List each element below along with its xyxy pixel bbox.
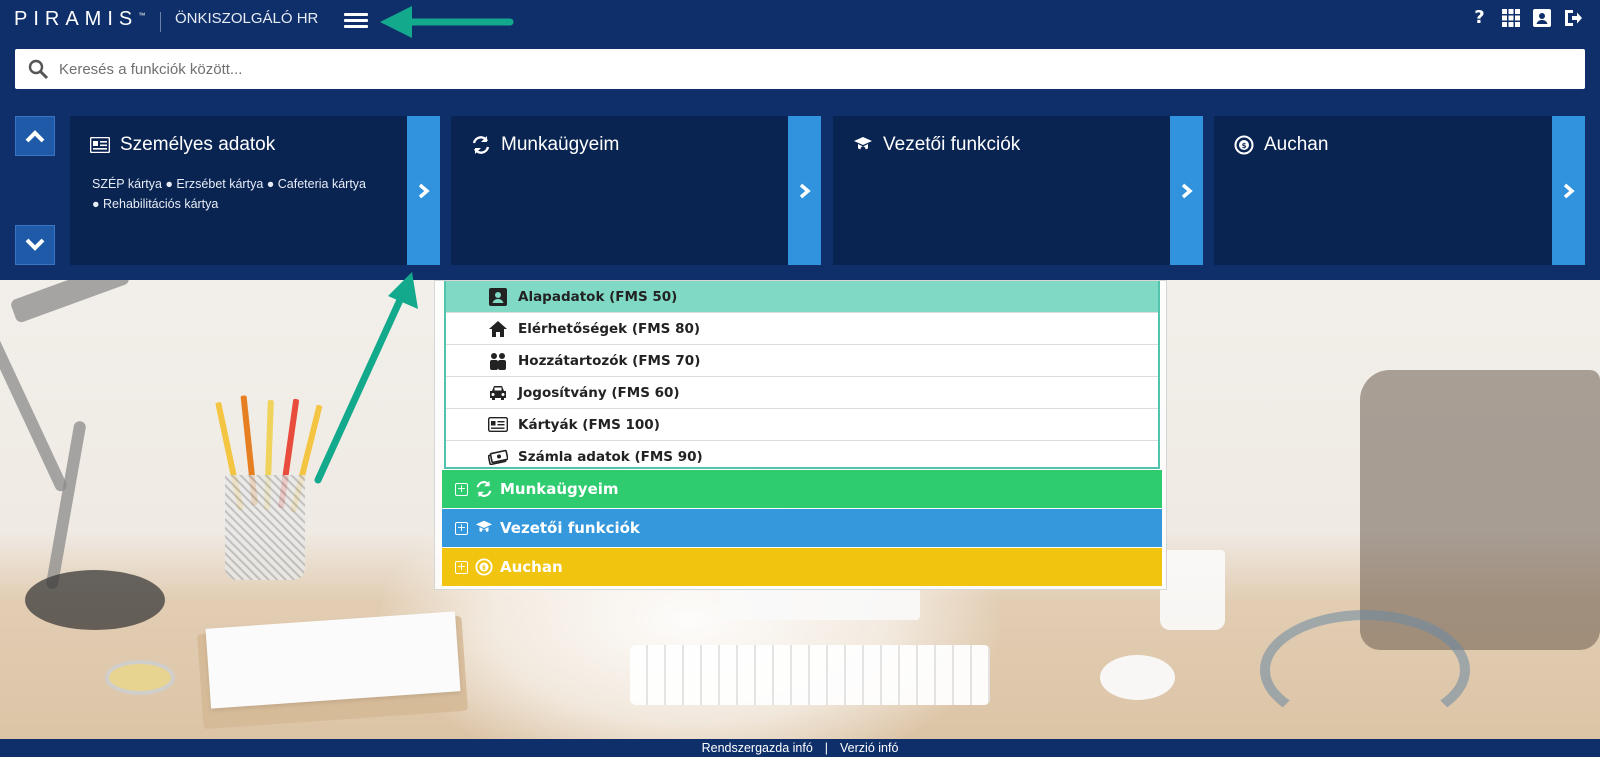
menu-group-label: Auchan (500, 558, 563, 576)
tile-title: Munkaügyeim (501, 134, 620, 155)
apps-grid-icon[interactable] (1501, 8, 1520, 27)
expand-icon[interactable]: + (455, 521, 468, 535)
money-icon (488, 448, 508, 466)
header-icons: ? (1470, 7, 1582, 28)
tile-szemelyes-adatok[interactable]: Személyes adatok SZÉP kártya ● Erzsébet … (70, 116, 440, 265)
submenu-item-label: Elérhetőségek (FMS 80) (518, 320, 701, 337)
car-icon (488, 384, 508, 402)
menu-group-munkaugyeim[interactable]: + Munkaügyeim (442, 470, 1162, 508)
help-icon[interactable]: ? (1470, 7, 1489, 28)
user-box-icon (488, 287, 508, 306)
chevron-right-icon[interactable] (407, 116, 440, 265)
expand-icon[interactable]: + (455, 560, 468, 574)
family-icon (488, 352, 508, 370)
submenu-item-hozzatartozok[interactable]: Hozzátartozók (FMS 70) (446, 345, 1158, 377)
search-input[interactable] (59, 51, 1585, 87)
id-card-icon (488, 416, 508, 434)
version-info-link[interactable]: Verzió infó (840, 741, 898, 755)
submenu-item-label: Hozzátartozók (FMS 70) (518, 352, 701, 369)
coin-icon: $ (475, 558, 493, 576)
submenu-item-alapadatok[interactable]: Alapadatok (FMS 50) (446, 281, 1158, 313)
submenu-item-szamla-adatok[interactable]: Számla adatok (FMS 90) (446, 441, 1158, 473)
search-icon (28, 59, 49, 80)
top-header: PIRAMIS™ ÖNKISZOLGÁLÓ HR ? Keresés a fun… (0, 0, 1600, 280)
submenu-item-kartyak[interactable]: Kártyák (FMS 100) (446, 409, 1158, 441)
tile-title: Auchan (1264, 134, 1329, 155)
chevron-right-icon[interactable] (1170, 116, 1203, 265)
menu-group-vezetoi-funkciok[interactable]: + Vezetői funkciók (442, 509, 1162, 547)
piramis-logo[interactable]: PIRAMIS™ (14, 8, 145, 31)
szemelyes-adatok-submenu: Alapadatok (FMS 50) Elérhetőségek (FMS 8… (444, 281, 1160, 469)
graduate-icon (853, 135, 873, 155)
graduate-icon (475, 519, 493, 537)
rotate-icon (471, 135, 491, 155)
logo-divider (160, 12, 161, 32)
submenu-item-label: Kártyák (FMS 100) (518, 416, 660, 433)
coin-icon: $ (1234, 135, 1254, 155)
footer-separator: | (824, 741, 829, 755)
hamburger-menu-icon[interactable] (344, 10, 368, 30)
tile-munkaugyeim[interactable]: Munkaügyeim (451, 116, 821, 265)
search-bar (15, 49, 1585, 89)
home-icon (488, 320, 508, 338)
menu-group-label: Vezetői funkciók (500, 519, 640, 537)
scroll-up-button[interactable] (15, 116, 55, 156)
tile-vezetoi-funkciok[interactable]: Vezetői funkciók (833, 116, 1203, 265)
submenu-item-elerhetosegek[interactable]: Elérhetőségek (FMS 80) (446, 313, 1158, 345)
rotate-icon (475, 480, 493, 498)
expand-icon[interactable]: + (455, 482, 468, 496)
app-title: ÖNKISZOLGÁLÓ HR (175, 10, 319, 27)
tile-auchan[interactable]: $ Auchan (1214, 116, 1585, 265)
profile-card-icon[interactable] (1532, 8, 1551, 27)
submenu-item-label: Alapadatok (FMS 50) (518, 288, 678, 305)
submenu-item-label: Számla adatok (FMS 90) (518, 449, 703, 465)
chevron-right-icon[interactable] (788, 116, 821, 265)
svg-text:$: $ (1242, 142, 1247, 150)
function-tree-menu: Alapadatok (FMS 50) Elérhetőségek (FMS 8… (434, 280, 1167, 590)
tile-title: Vezetői funkciók (883, 134, 1021, 155)
submenu-item-label: Jogosítvány (FMS 60) (518, 384, 680, 401)
logout-icon[interactable] (1563, 8, 1582, 27)
tile-title: Személyes adatok (120, 134, 276, 155)
menu-group-label: Munkaügyeim (500, 480, 619, 498)
footer: Rendszergazda infó | Verzió infó (0, 739, 1600, 757)
svg-text:$: $ (482, 565, 486, 572)
menu-group-auchan[interactable]: + $ Auchan (442, 548, 1162, 586)
scroll-down-button[interactable] (15, 225, 55, 265)
id-card-icon (90, 135, 110, 155)
tile-subtitle: SZÉP kártya ● Erzsébet kártya ● Cafeteri… (92, 177, 366, 211)
submenu-item-jogositvany[interactable]: Jogosítvány (FMS 60) (446, 377, 1158, 409)
chevron-right-icon[interactable] (1552, 116, 1585, 265)
admin-info-link[interactable]: Rendszergazda infó (702, 741, 813, 755)
